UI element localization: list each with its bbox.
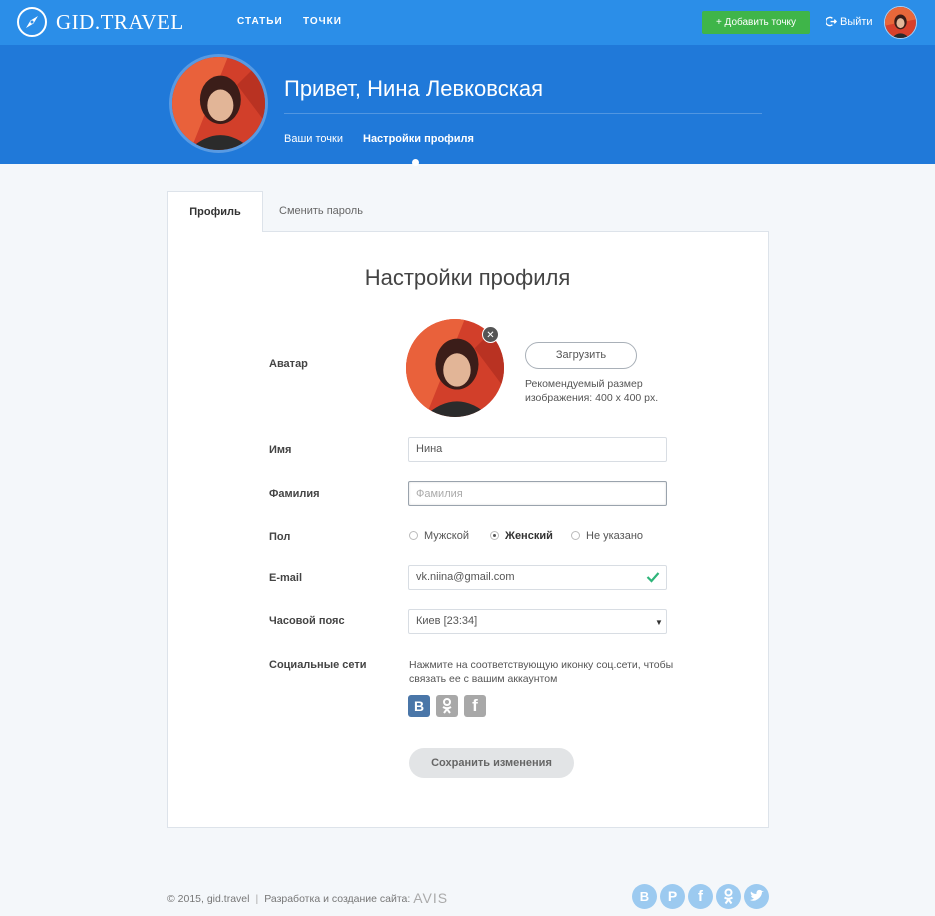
upload-hint-line-2: изображения: 400 x 400 px. bbox=[525, 392, 659, 404]
logout-label: Выйти bbox=[840, 16, 873, 28]
name-input[interactable]: Нина bbox=[408, 437, 667, 462]
nav-articles[interactable]: статьи bbox=[237, 16, 283, 27]
upload-hint: Рекомендуемый размер изображения: 400 x … bbox=[525, 377, 658, 405]
user-avatar[interactable] bbox=[884, 6, 917, 39]
social-label: Социальные сети bbox=[269, 659, 367, 671]
footer-dev-text: Разработка и создание сайта: bbox=[264, 893, 411, 905]
header-divider bbox=[284, 113, 762, 114]
radio-label: Мужской bbox=[424, 530, 469, 542]
radio-circle bbox=[490, 531, 499, 540]
footer-separator: | bbox=[255, 893, 259, 905]
logout-icon bbox=[825, 16, 838, 27]
footer-pinterest-icon[interactable]: P bbox=[660, 884, 685, 909]
name-label: Имя bbox=[269, 444, 292, 456]
gender-radio-unspecified[interactable]: Не указано bbox=[571, 530, 643, 542]
timezone-select[interactable]: Киев [23:34] bbox=[408, 609, 667, 634]
avis-logo[interactable]: AVIS bbox=[413, 890, 448, 906]
gender-radio-female[interactable]: Женский bbox=[490, 530, 553, 542]
footer-odnoklassniki-icon[interactable] bbox=[716, 884, 741, 909]
radio-label: Не указано bbox=[586, 530, 644, 542]
tab-profile[interactable]: Профиль bbox=[167, 191, 263, 232]
form-title: Настройки профиля bbox=[364, 265, 571, 290]
save-changes-button[interactable]: Сохранить изменения bbox=[409, 748, 574, 778]
gender-label: Пол bbox=[269, 531, 291, 543]
odnoklassniki-icon[interactable] bbox=[436, 695, 458, 717]
radio-circle bbox=[571, 531, 580, 540]
gender-radio-male[interactable]: Мужской bbox=[409, 530, 469, 542]
upload-button[interactable]: Загрузить bbox=[525, 342, 637, 369]
compass-logo-icon[interactable] bbox=[16, 6, 48, 38]
footer: © 2015, gid.travel | Разработка и создание… bbox=[167, 890, 448, 906]
radio-label: Женский bbox=[505, 530, 553, 542]
nav-points[interactable]: точки bbox=[303, 16, 342, 27]
surname-input[interactable] bbox=[408, 481, 667, 506]
active-tab-indicator bbox=[412, 159, 419, 166]
remove-avatar-icon[interactable]: ✕ bbox=[482, 326, 499, 343]
profile-avatar bbox=[169, 54, 268, 153]
email-label: E-mail bbox=[269, 572, 303, 584]
chevron-down-icon: ▼ bbox=[655, 618, 663, 627]
greeting-title: Привет, Нина Левковская bbox=[284, 76, 543, 101]
avatar-label: Аватар bbox=[269, 358, 308, 370]
tab-change-password[interactable]: Сменить пароль bbox=[263, 191, 379, 232]
vk-icon[interactable]: B bbox=[408, 695, 430, 717]
social-hint-line-1: Нажмите на соответствующую иконку соц.се… bbox=[409, 659, 674, 671]
footer-facebook-icon[interactable]: f bbox=[688, 884, 713, 909]
surname-label: Фамилия bbox=[269, 488, 320, 500]
checkmark-icon bbox=[646, 572, 660, 583]
social-hint-line-2: связать ее с вашим аккаунтом bbox=[409, 673, 558, 685]
footer-vk-icon[interactable]: B bbox=[632, 884, 657, 909]
tab-your-points[interactable]: Ваши точки bbox=[284, 133, 343, 145]
upload-hint-line-1: Рекомендуемый размер bbox=[525, 378, 643, 390]
radio-circle bbox=[409, 531, 418, 540]
logo-text[interactable]: GID.TRAVEL bbox=[56, 10, 184, 35]
social-hint: Нажмите на соответствующую иконку соц.се… bbox=[409, 658, 679, 686]
tab-profile-settings[interactable]: Настройки профиля bbox=[363, 133, 474, 145]
profile-header-band bbox=[0, 45, 935, 164]
timezone-label: Часовой пояс bbox=[269, 615, 345, 627]
add-point-button[interactable]: + Добавить точку bbox=[702, 11, 810, 34]
email-input[interactable]: vk.niina@gmail.com bbox=[408, 565, 667, 590]
footer-twitter-icon[interactable] bbox=[744, 884, 769, 909]
footer-copyright: © 2015, gid.travel bbox=[167, 893, 250, 905]
logout-link[interactable]: Выйти bbox=[825, 16, 873, 28]
facebook-icon[interactable]: f bbox=[464, 695, 486, 717]
top-navbar: GID.TRAVEL статьи точки + Добавить точку… bbox=[0, 0, 935, 45]
